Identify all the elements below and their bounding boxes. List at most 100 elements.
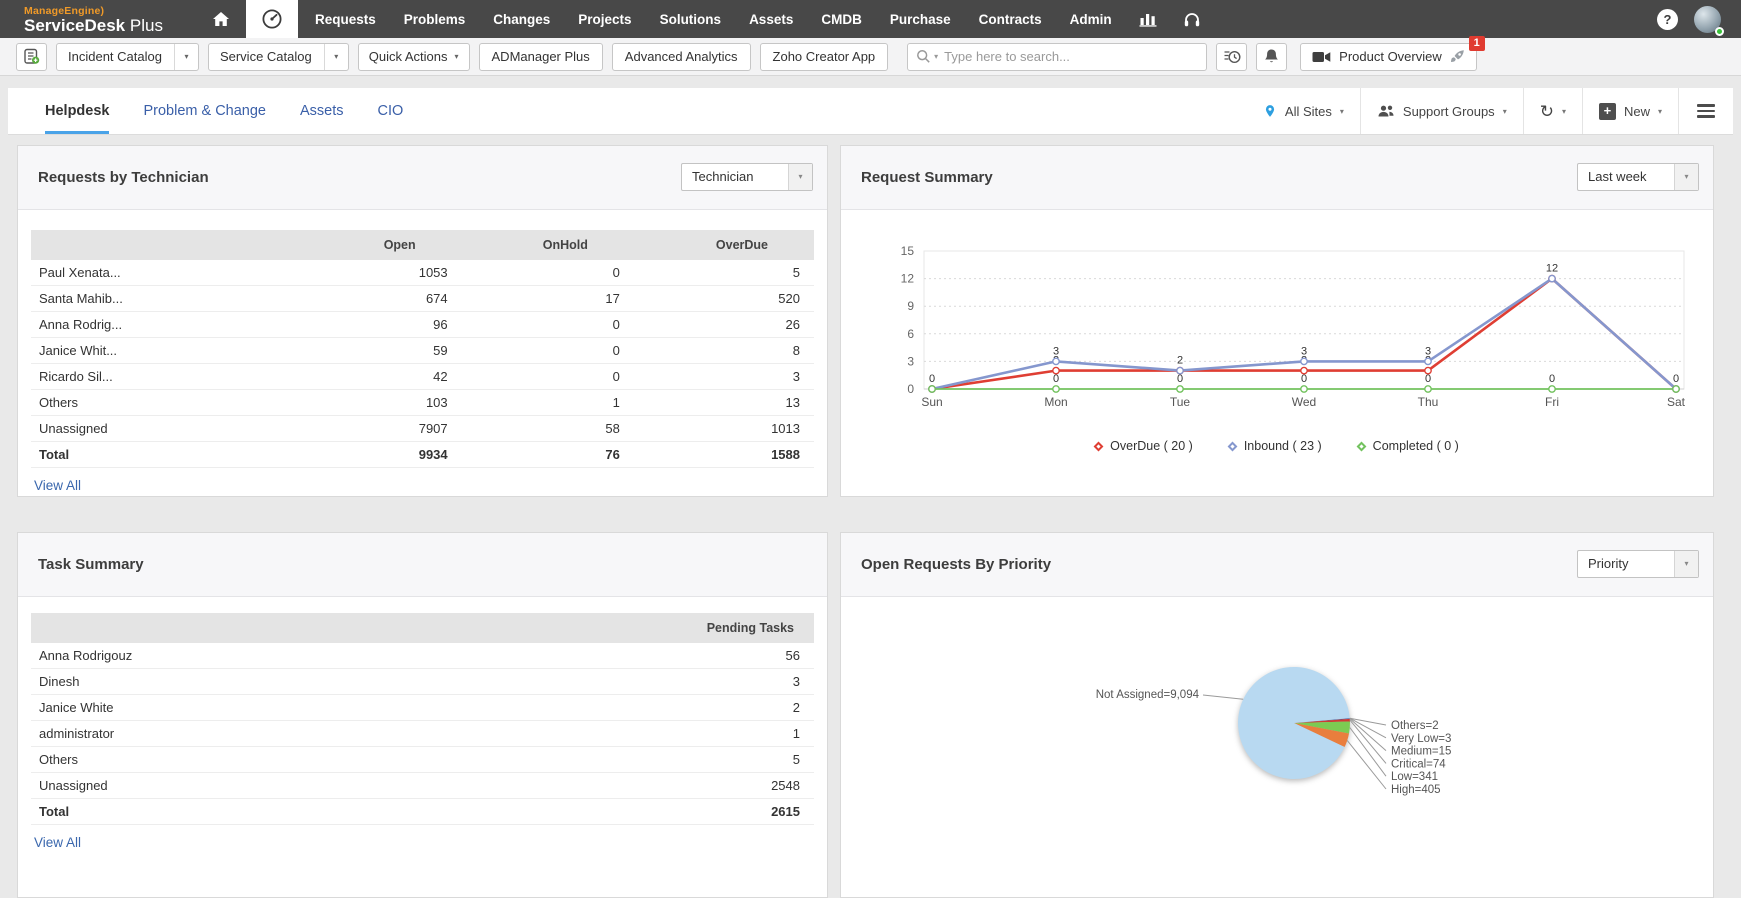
reports-button[interactable]	[1126, 0, 1170, 38]
cell-value: 1053	[297, 260, 461, 286]
tab-cio[interactable]: CIO	[378, 88, 404, 134]
chevron-down-icon: ▾	[1674, 551, 1698, 577]
row-label: Paul Xenata...	[31, 260, 297, 286]
nav-item-projects[interactable]: Projects	[564, 12, 645, 27]
product-overview-button[interactable]: Product Overview 1	[1300, 43, 1477, 71]
pie-label-others: Others=2	[1391, 720, 1439, 732]
nav-item-admin[interactable]: Admin	[1056, 12, 1126, 27]
table-header-row: OpenOnHoldOverDue	[31, 230, 814, 260]
priority-filter-select[interactable]: Priority ▾	[1577, 550, 1699, 578]
table-row: Anna Rodrigouz56	[31, 643, 814, 669]
data-point	[1549, 275, 1555, 281]
incident-catalog-dropdown[interactable]: Incident Catalog ▾	[56, 43, 199, 71]
help-icon[interactable]: ?	[1657, 9, 1678, 30]
nav-item-assets[interactable]: Assets	[735, 12, 807, 27]
view-all-link[interactable]: View All	[34, 478, 81, 493]
search-scope-chevron-icon[interactable]: ▾	[934, 52, 938, 61]
servicedesk-plus-logo-text: ServiceDesk Plus	[24, 17, 163, 35]
technician-filter-select[interactable]: Technician ▾	[681, 163, 813, 191]
pie-label-critical: Critical=74	[1391, 758, 1446, 770]
dashboard-controls: All Sites ▾ Support Groups ▾ ↻ ▾ + New ▾	[1247, 88, 1733, 134]
legend-item-completed[interactable]: Completed ( 0 )	[1358, 439, 1459, 453]
legend-item-overdue[interactable]: OverDue ( 20 )	[1095, 439, 1193, 453]
all-sites-dropdown[interactable]: All Sites ▾	[1247, 88, 1360, 134]
point-label: 3	[1053, 345, 1059, 357]
search-input[interactable]	[944, 49, 1198, 64]
legend-label: Completed ( 0 )	[1373, 439, 1459, 453]
leader-line	[1347, 740, 1386, 789]
service-catalog-label: Service Catalog	[220, 49, 324, 64]
support-groups-icon	[1377, 104, 1395, 118]
svg-text:6: 6	[907, 327, 914, 341]
table-row: Total2615	[31, 799, 814, 825]
column-header: OnHold	[462, 230, 634, 260]
home-button[interactable]	[199, 0, 243, 38]
data-point	[1425, 358, 1431, 364]
data-point	[1301, 386, 1307, 392]
row-label: Total	[31, 799, 595, 825]
legend-marker-icon	[1227, 441, 1237, 451]
selected-filter-value: Last week	[1578, 164, 1674, 190]
request-summary-panel: Request Summary Last week ▾ 03691215SunM…	[840, 145, 1714, 497]
column-header	[31, 230, 297, 260]
chevron-down-icon: ▾	[1503, 107, 1507, 116]
tab-helpdesk[interactable]: Helpdesk	[45, 88, 109, 134]
row-label: Others	[31, 390, 297, 416]
nav-item-contracts[interactable]: Contracts	[965, 12, 1056, 27]
cell-value: 59	[297, 338, 461, 364]
headset-icon	[1183, 11, 1201, 28]
chevron-down-icon[interactable]: ▾	[324, 44, 348, 70]
row-label: Unassigned	[31, 773, 595, 799]
svg-text:15: 15	[901, 244, 915, 258]
refresh-dropdown[interactable]: ↻ ▾	[1524, 88, 1582, 134]
nav-item-solutions[interactable]: Solutions	[646, 12, 736, 27]
dashboard-tabs: Helpdesk Problem & Change Assets CIO	[8, 88, 420, 134]
zoho-creator-app-button[interactable]: Zoho Creator App	[760, 43, 889, 71]
nav-item-problems[interactable]: Problems	[390, 12, 480, 27]
service-catalog-dropdown[interactable]: Service Catalog ▾	[208, 43, 349, 71]
scheduled-tasks-icon-button[interactable]	[1216, 43, 1247, 71]
data-point	[1673, 386, 1679, 392]
nav-item-cmdb[interactable]: CMDB	[807, 12, 876, 27]
notifications-button[interactable]	[1256, 43, 1287, 71]
row-label: Anna Rodrig...	[31, 312, 297, 338]
view-all-link[interactable]: View All	[34, 835, 81, 850]
nav-item-changes[interactable]: Changes	[479, 12, 564, 27]
table-header-row: Pending Tasks	[31, 613, 814, 643]
chart-legend: OverDue ( 20 ) Inbound ( 23 ) Completed ( …	[841, 439, 1713, 453]
data-point	[1301, 358, 1307, 364]
video-camera-icon	[1312, 51, 1331, 63]
nav-item-requests[interactable]: Requests	[301, 12, 390, 27]
menu-icon[interactable]	[1679, 88, 1733, 134]
quick-actions-dropdown[interactable]: Quick Actions ▾	[358, 43, 470, 71]
search-icon	[916, 49, 931, 64]
panel-header: Open Requests By Priority Priority ▾	[841, 533, 1713, 597]
global-search[interactable]: ▾	[907, 43, 1207, 71]
quick-actions-label: Quick Actions	[369, 49, 448, 64]
support-button[interactable]	[1170, 0, 1214, 38]
support-groups-dropdown[interactable]: Support Groups ▾	[1361, 88, 1523, 134]
tab-problem-change[interactable]: Problem & Change	[143, 88, 266, 134]
admanager-plus-button[interactable]: ADManager Plus	[479, 43, 603, 71]
main-nav: RequestsProblemsChangesProjectsSolutions…	[301, 0, 1126, 38]
legend-item-inbound[interactable]: Inbound ( 23 )	[1229, 439, 1322, 453]
svg-text:Tue: Tue	[1170, 395, 1191, 409]
chevron-down-icon[interactable]: ▾	[174, 44, 198, 70]
app-logo[interactable]: ManageEngine) ServiceDesk Plus	[0, 0, 177, 38]
new-request-icon-button[interactable]	[16, 43, 47, 71]
svg-text:9: 9	[907, 299, 914, 313]
point-label: 0	[1673, 373, 1679, 385]
table-row: Others103113	[31, 390, 814, 416]
tab-assets[interactable]: Assets	[300, 88, 344, 134]
advanced-analytics-button[interactable]: Advanced Analytics	[612, 43, 751, 71]
new-dropdown[interactable]: + New ▾	[1583, 88, 1678, 134]
row-label: Santa Mahib...	[31, 286, 297, 312]
dashboard-tab-active[interactable]	[246, 0, 298, 38]
cell-value: 1588	[634, 442, 814, 468]
user-avatar[interactable]	[1694, 6, 1721, 33]
cell-value: 5	[595, 747, 814, 773]
row-label: Janice Whit...	[31, 338, 297, 364]
data-point	[1053, 358, 1059, 364]
nav-item-purchase[interactable]: Purchase	[876, 12, 965, 27]
period-filter-select[interactable]: Last week ▾	[1577, 163, 1699, 191]
